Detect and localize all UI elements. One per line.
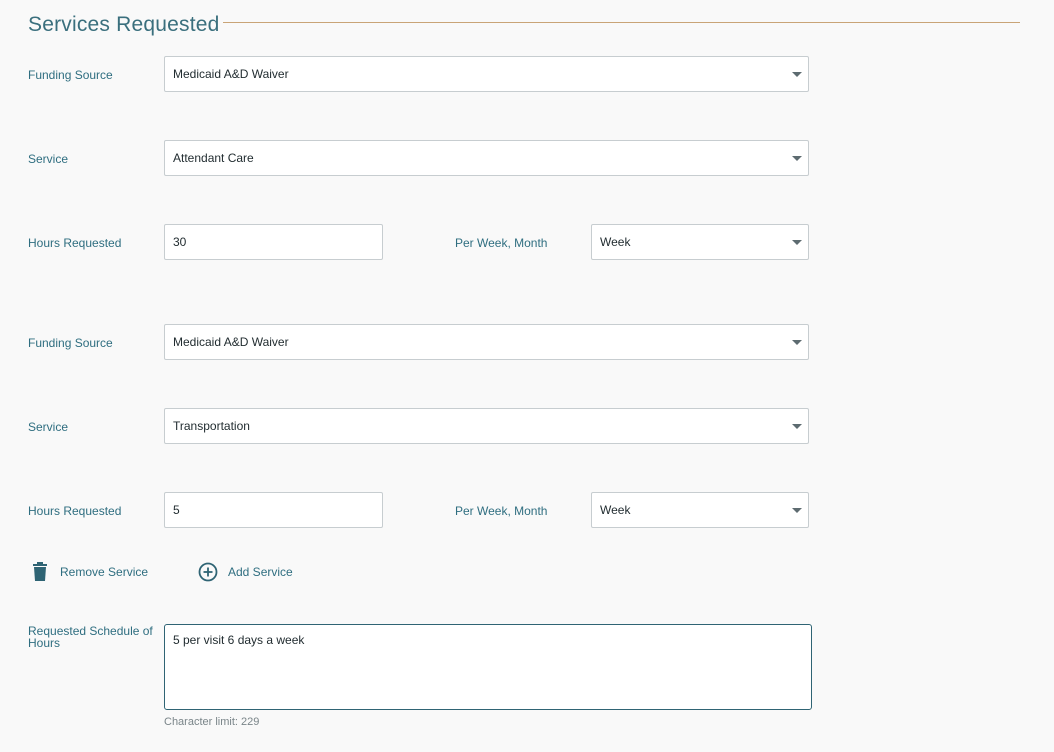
chevron-down-icon <box>792 72 802 77</box>
remove-service-label: Remove Service <box>60 565 149 579</box>
chevron-down-icon <box>792 340 802 345</box>
funding-source-select[interactable]: Medicaid A&D Waiver <box>164 324 809 360</box>
schedule-value: 5 per visit 6 days a week <box>173 633 305 647</box>
period-select[interactable]: Week <box>591 492 809 528</box>
period-value: Week <box>600 235 631 249</box>
period-label: Per Week, Month <box>455 236 548 250</box>
hours-requested-label: Hours Requested <box>28 504 122 518</box>
plus-circle-icon <box>198 562 218 582</box>
service-label: Service <box>28 152 69 166</box>
trash-icon <box>33 562 47 581</box>
section-title: Services Requested <box>28 13 220 36</box>
hours-requested-input[interactable]: 30 <box>164 224 383 260</box>
service-select[interactable]: Attendant Care <box>164 140 809 176</box>
section-divider <box>223 22 1020 23</box>
remove-service-button[interactable]: Remove Service <box>32 562 148 582</box>
chevron-down-icon <box>792 240 802 245</box>
hours-requested-input[interactable]: 5 <box>164 492 383 528</box>
funding-source-select[interactable]: Medicaid A&D Waiver <box>164 56 809 92</box>
chevron-down-icon <box>792 424 802 429</box>
service-label: Service <box>28 420 69 434</box>
funding-source-label: Funding Source <box>28 68 113 82</box>
hours-requested-label: Hours Requested <box>28 236 122 250</box>
funding-source-value: Medicaid A&D Waiver <box>173 67 289 81</box>
add-service-label: Add Service <box>228 565 293 579</box>
service-select[interactable]: Transportation <box>164 408 809 444</box>
chevron-down-icon <box>792 508 802 513</box>
funding-source-label: Funding Source <box>28 336 113 350</box>
character-limit-hint: Character limit: 229 <box>164 716 260 728</box>
funding-source-value: Medicaid A&D Waiver <box>173 335 289 349</box>
schedule-label: Requested Schedule of Hours <box>28 624 153 650</box>
hours-requested-value: 30 <box>173 235 187 249</box>
hours-requested-value: 5 <box>173 503 180 517</box>
schedule-textarea[interactable]: 5 per visit 6 days a week <box>164 624 812 710</box>
period-value: Week <box>600 503 631 517</box>
period-select[interactable]: Week <box>591 224 809 260</box>
chevron-down-icon <box>792 156 802 161</box>
service-value: Attendant Care <box>173 151 254 165</box>
service-value: Transportation <box>173 419 250 433</box>
add-service-button[interactable]: Add Service <box>198 562 293 582</box>
period-label: Per Week, Month <box>455 504 548 518</box>
